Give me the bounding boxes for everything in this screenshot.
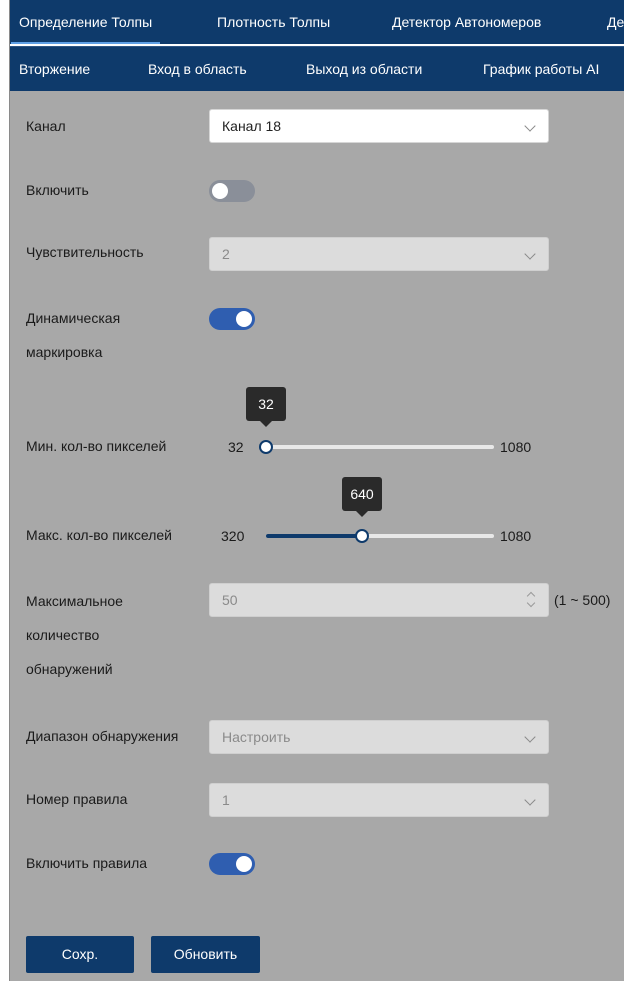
min-pixels-range-max: 1080 [500, 439, 532, 455]
enable-toggle[interactable] [209, 180, 255, 202]
max-pixels-fill [266, 534, 362, 538]
detection-range-value: Настроить [222, 729, 291, 745]
chevron-down-icon [524, 248, 536, 260]
max-detections-label-line2: количество [26, 627, 100, 643]
chevron-down-icon[interactable] [526, 598, 536, 608]
chevron-down-icon [524, 120, 536, 132]
tab-overflow[interactable]: Де [607, 0, 624, 44]
chevron-down-icon [524, 794, 536, 806]
max-pixels-slider[interactable]: 640 [266, 477, 494, 543]
max-pixels-range-min: 320 [221, 528, 245, 544]
tab-area-entry[interactable]: Вход в область [148, 47, 247, 91]
tab-bar-primary: Определение Толпы Плотность Толпы Детект… [10, 0, 624, 44]
enable-label: Включить [26, 182, 89, 198]
chevron-down-icon [524, 731, 536, 743]
rule-number-select[interactable]: 1 [209, 783, 549, 817]
tab-crowd-density[interactable]: Плотность Толпы [217, 0, 330, 44]
settings-panel: Канал Канал 18 Включить Чувствительность… [10, 91, 624, 981]
channel-value: Канал 18 [222, 118, 282, 134]
rule-number-value: 1 [222, 792, 230, 808]
toggle-knob [212, 183, 228, 199]
channel-label: Канал [26, 118, 66, 134]
sensitivity-value: 2 [222, 246, 230, 262]
min-pixels-tooltip: 32 [246, 387, 286, 427]
enable-rules-label: Включить правила [26, 855, 148, 871]
max-pixels-tooltip: 640 [342, 477, 382, 517]
tab-license-plate-detector[interactable]: Детектор Автономеров [392, 0, 541, 44]
sensitivity-select[interactable]: 2 [209, 237, 549, 271]
sensitivity-label: Чувствительность [26, 244, 144, 260]
toggle-knob [236, 856, 252, 872]
max-pixels-label: Макс. кол-во пикселей [26, 527, 172, 543]
dynamic-marking-label-line1: Динамическая [26, 310, 121, 326]
min-pixels-label: Мин. кол-во пикселей [26, 438, 167, 454]
save-button[interactable]: Сохр. [26, 936, 134, 973]
toggle-knob [236, 311, 252, 327]
refresh-button[interactable]: Обновить [151, 936, 260, 973]
tab-ai-schedule[interactable]: График работы AI [483, 47, 599, 91]
max-detections-range-hint: (1 ~ 500) [554, 592, 611, 608]
dynamic-marking-toggle[interactable] [209, 308, 255, 330]
enable-rules-toggle[interactable] [209, 853, 255, 875]
dynamic-marking-label-line2: маркировка [26, 344, 103, 360]
max-detections-value: 50 [222, 592, 238, 608]
detection-range-select[interactable]: Настроить [209, 720, 549, 754]
max-pixels-handle[interactable] [355, 529, 369, 543]
min-pixels-slider[interactable]: 32 [246, 387, 494, 454]
tab-crowd-detection[interactable]: Определение Толпы [10, 0, 161, 44]
detection-range-label: Диапазон обнаружения [26, 728, 179, 744]
rule-number-label: Номер правила [26, 791, 128, 807]
max-detections-label-line1: Максимальное [26, 593, 123, 609]
channel-select[interactable]: Канал 18 [209, 109, 549, 143]
min-pixels-handle[interactable] [259, 440, 273, 454]
max-pixels-range-max: 1080 [500, 528, 532, 544]
tab-area-exit[interactable]: Выход из области [306, 47, 422, 91]
tab-intrusion[interactable]: Вторжение [19, 47, 90, 91]
max-detections-input[interactable]: 50 [209, 583, 549, 617]
min-pixels-range-min: 32 [228, 439, 244, 455]
tab-bar-secondary: Вторжение Вход в область Выход из област… [10, 46, 624, 91]
settings-frame: Определение Толпы Плотность Толпы Детект… [9, 0, 624, 981]
max-detections-label-line3: обнаружений [26, 661, 113, 677]
